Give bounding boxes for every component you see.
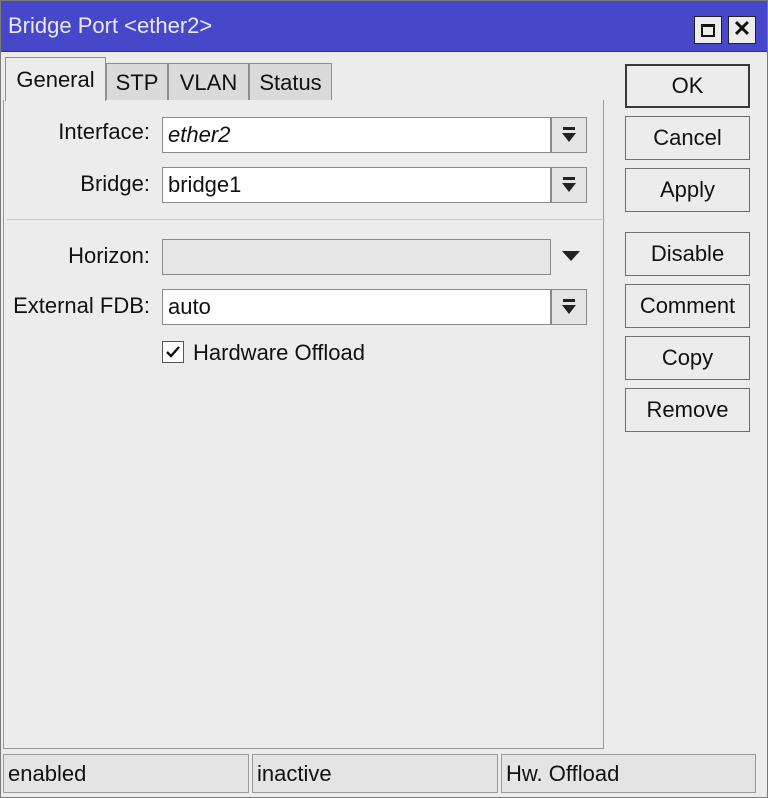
- status-bar: enabled inactive Hw. Offload: [1, 754, 767, 797]
- remove-button[interactable]: Remove: [625, 388, 750, 432]
- bridge-dropdown-button[interactable]: [551, 167, 587, 203]
- horizon-field[interactable]: [162, 239, 551, 275]
- maximize-icon: [701, 23, 715, 37]
- hardware-offload-label[interactable]: Hardware Offload: [193, 340, 365, 366]
- disable-button[interactable]: Disable: [625, 232, 750, 276]
- dropdown-arrow-icon: [562, 299, 576, 314]
- close-button[interactable]: ✕: [728, 16, 756, 44]
- interface-field[interactable]: ether2: [162, 117, 551, 153]
- bridge-label: Bridge:: [80, 171, 150, 196]
- dropdown-arrow-icon: [562, 177, 576, 192]
- comment-button[interactable]: Comment: [625, 284, 750, 328]
- maximize-button[interactable]: [694, 16, 722, 44]
- tab-stp[interactable]: STP: [106, 63, 168, 101]
- dropdown-arrow-icon: [562, 127, 576, 142]
- copy-button[interactable]: Copy: [625, 336, 750, 380]
- horizon-dropdown-icon[interactable]: [562, 251, 580, 261]
- title-bar[interactable]: Bridge Port <ether2> ✕: [1, 1, 767, 52]
- status-hw-offload: Hw. Offload: [501, 754, 756, 793]
- tab-vlan[interactable]: VLAN: [168, 63, 249, 101]
- section-separator: [7, 219, 605, 220]
- window-title: Bridge Port <ether2>: [8, 13, 213, 38]
- checkmark-icon: [166, 346, 180, 358]
- interface-dropdown-button[interactable]: [551, 117, 587, 153]
- bridge-field[interactable]: bridge1: [162, 167, 551, 203]
- external-fdb-field[interactable]: auto: [162, 289, 551, 325]
- general-tab-panel: Interface: ether2 Bridge: bridge1 Horizo…: [3, 100, 605, 749]
- interface-label: Interface:: [58, 119, 150, 144]
- status-running: inactive: [252, 754, 498, 793]
- tab-status[interactable]: Status: [249, 63, 332, 101]
- ok-button[interactable]: OK: [625, 64, 750, 108]
- cancel-button[interactable]: Cancel: [625, 116, 750, 160]
- bridge-port-window: Bridge Port <ether2> ✕ General STP VLAN …: [0, 0, 768, 798]
- horizon-label: Horizon:: [68, 243, 150, 268]
- status-enabled: enabled: [3, 754, 249, 793]
- apply-button[interactable]: Apply: [625, 168, 750, 212]
- external-fdb-dropdown-button[interactable]: [551, 289, 587, 325]
- hardware-offload-checkbox[interactable]: [162, 341, 184, 363]
- tab-general[interactable]: General: [5, 57, 106, 101]
- close-icon: ✕: [732, 16, 752, 41]
- external-fdb-label: External FDB:: [13, 293, 150, 318]
